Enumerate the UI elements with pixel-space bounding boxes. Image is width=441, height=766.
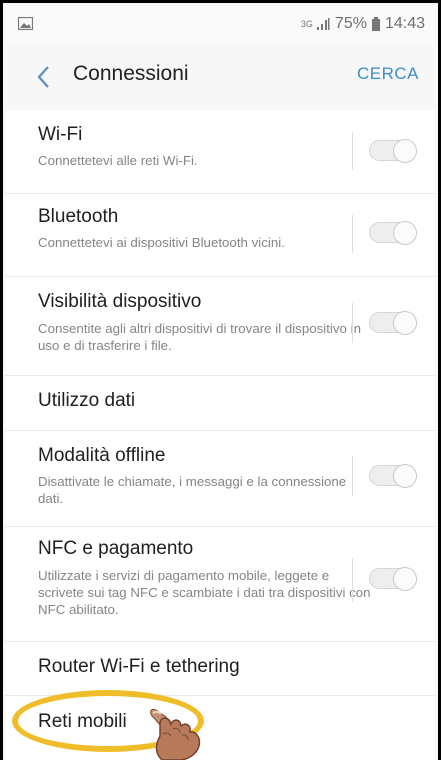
airplane-toggle-knob: [393, 464, 417, 488]
setting-description: Disattivate le chiamate, i messaggi e la…: [38, 474, 347, 506]
setting-item-tethering[interactable]: Router Wi-Fi e tethering: [6, 642, 435, 696]
phone-screen: 3G 75% 14:43 Connessioni CERCA Wi-Fi Con…: [0, 0, 441, 760]
setting-item-bluetooth[interactable]: Bluetooth Connettetevi ai dispositivi Bl…: [6, 194, 435, 277]
network-type: 3G: [300, 19, 313, 29]
divider: [352, 132, 353, 170]
divider: [352, 303, 353, 343]
status-bar: 3G 75% 14:43: [6, 6, 435, 44]
divider: [352, 215, 353, 253]
setting-title: Router Wi-Fi e tethering: [38, 656, 240, 677]
page-title: Connessioni: [73, 62, 189, 85]
setting-item-device-visibility[interactable]: Visibilità dispositivo Consentite agli a…: [6, 277, 435, 376]
setting-item-nfc[interactable]: NFC e pagamento Utilizzate i servizi di …: [6, 527, 435, 642]
nfc-toggle-knob: [393, 567, 417, 591]
wifi-toggle-knob: [393, 139, 417, 163]
setting-title: Utilizzo dati: [38, 390, 136, 411]
battery-percent: 75%: [334, 15, 367, 32]
setting-title: Modalità offline: [38, 445, 166, 466]
setting-item-data-usage[interactable]: Utilizzo dati: [6, 376, 435, 431]
settings-list: Wi-Fi Connettetevi alle reti Wi-Fi. Blue…: [6, 110, 435, 760]
setting-item-airplane-mode[interactable]: Modalità offline Disattivate le chiamate…: [6, 431, 435, 527]
clock: 14:43: [384, 15, 425, 32]
search-button[interactable]: CERCA: [357, 64, 419, 84]
pointing-hand-icon: [150, 708, 201, 760]
bluetooth-toggle-knob: [393, 221, 417, 245]
setting-title: Bluetooth: [38, 206, 119, 227]
battery-icon: [371, 17, 380, 31]
back-arrow-icon[interactable]: [36, 65, 52, 89]
app-bar: Connessioni CERCA: [6, 44, 435, 110]
setting-title: Visibilità dispositivo: [38, 291, 202, 312]
setting-description: Consentite agli altri dispositivi di tro…: [38, 321, 361, 353]
setting-title: NFC e pagamento: [38, 538, 194, 559]
setting-title: Wi-Fi: [38, 124, 83, 145]
divider: [352, 558, 353, 602]
gallery-icon: [18, 17, 33, 30]
visibility-toggle-knob: [393, 311, 417, 335]
setting-description: Utilizzate i servizi di pagamento mobile…: [38, 568, 371, 617]
setting-item-wifi[interactable]: Wi-Fi Connettetevi alle reti Wi-Fi.: [6, 110, 435, 194]
setting-description: Connettetevi ai dispositivi Bluetooth vi…: [38, 235, 285, 250]
setting-description: Connettetevi alle reti Wi-Fi.: [38, 153, 198, 168]
status-right-group: 3G 75% 14:43: [301, 15, 425, 33]
divider: [352, 456, 353, 496]
signal-icon: [316, 18, 330, 30]
